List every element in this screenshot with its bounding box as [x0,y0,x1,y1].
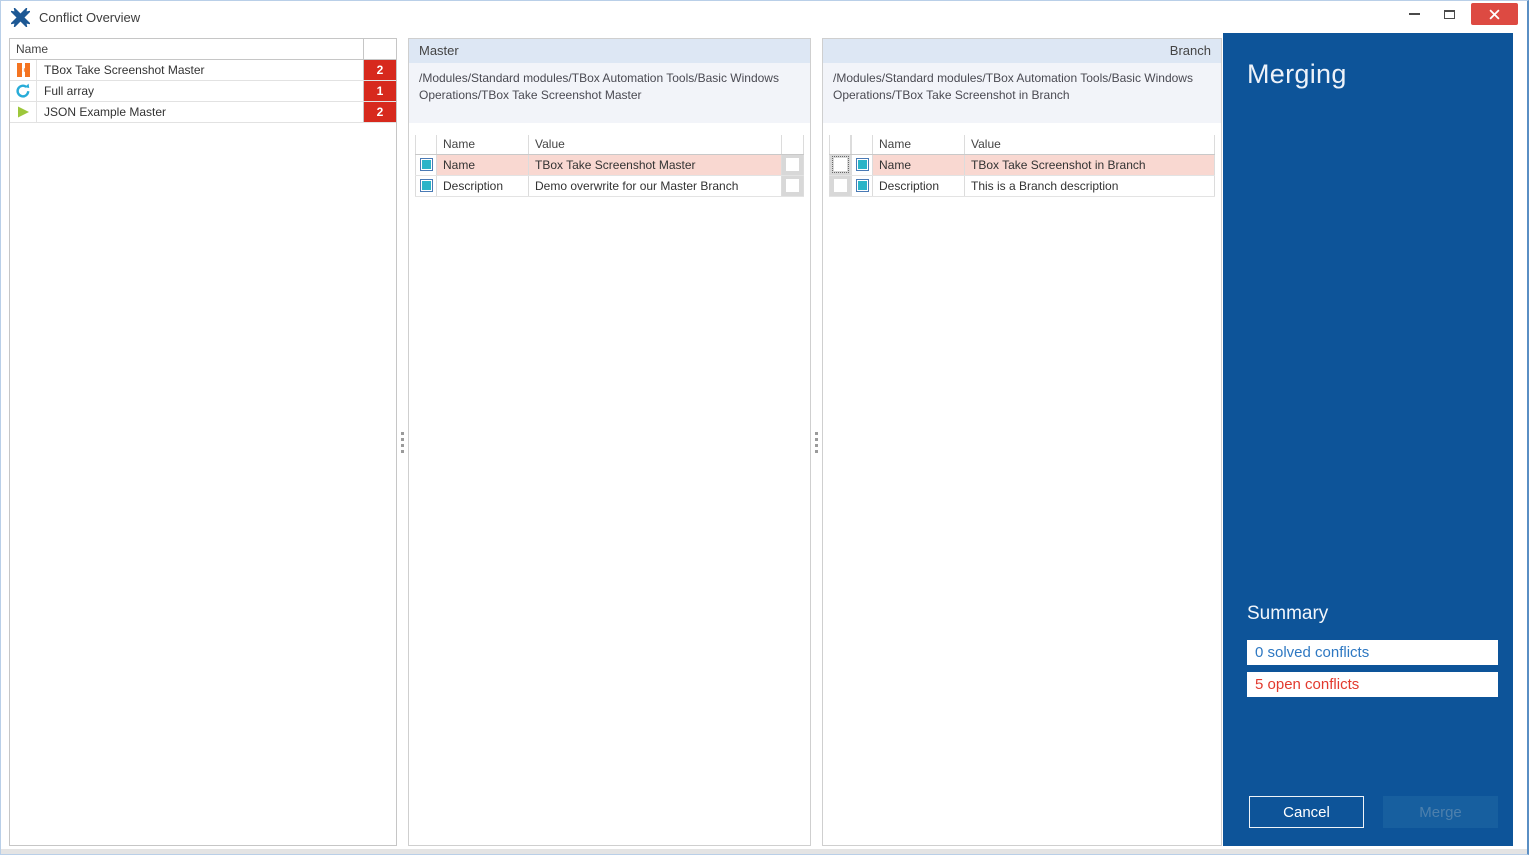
minimize-icon [1408,13,1420,15]
property-name: Name [437,154,529,175]
sync-icon [10,81,37,101]
conflict-list-item[interactable]: JSON Example Master 2 [10,102,396,123]
property-checkbox[interactable] [855,158,869,172]
select-column-header [829,134,851,154]
conflict-item-label: Full array [44,84,95,98]
checkbox-cell [415,175,437,196]
select-cell [829,154,851,175]
select-cell [782,175,804,196]
take-value-checkbox[interactable] [833,179,847,193]
take-value-checkbox[interactable] [786,158,799,172]
table-row[interactable]: Description This is a Branch description [829,175,1215,197]
count-column-header [363,39,396,59]
name-column-header: Name [873,134,965,154]
master-table-header: Name Value [415,134,804,155]
property-value: TBox Take Screenshot Master [529,154,782,175]
conflict-list-item[interactable]: Full array 1 [10,81,396,102]
titlebar: Conflict Overview [1,1,1527,33]
play-icon [10,102,37,122]
master-panel: Master /Modules/Standard modules/TBox Au… [408,38,811,846]
checkbox-cell [851,154,873,175]
branch-table-header: Name Value [829,134,1215,155]
conflict-count-badge: 2 [363,60,396,80]
select-cell [829,175,851,196]
maximize-button[interactable] [1436,3,1462,25]
value-column-header: Value [529,134,782,154]
value-column-header: Value [965,134,1215,154]
conflict-list-header: Name [10,39,396,60]
take-value-checkbox[interactable] [831,156,849,174]
master-path: /Modules/Standard modules/TBox Automatio… [409,63,810,123]
splitter-handle[interactable] [397,38,408,846]
checkbox-column-header [415,134,437,154]
window-resize-edge [1,849,1527,854]
summary-title: Summary [1247,603,1329,624]
open-conflicts-bar: 5 open conflicts [1247,672,1498,697]
cancel-button[interactable]: Cancel [1249,796,1364,828]
master-panel-title: Master [409,39,810,63]
property-value: TBox Take Screenshot in Branch [965,154,1215,175]
property-checkbox[interactable] [855,179,869,193]
property-checkbox[interactable] [419,158,433,172]
branch-table: Name Value Name TBox Take Screenshot in … [829,134,1215,197]
property-name: Name [873,154,965,175]
table-row[interactable]: Name TBox Take Screenshot Master [415,154,804,176]
conflict-overview-window: Conflict Overview Name TBox Take Screens… [0,0,1529,855]
content-area: Name TBox Take Screenshot Master 2 Full … [1,33,1527,854]
conflict-count-badge: 1 [363,81,396,101]
property-name: Description [437,175,529,196]
branch-path: /Modules/Standard modules/TBox Automatio… [823,63,1221,123]
conflict-list-panel: Name TBox Take Screenshot Master 2 Full … [9,38,397,846]
checkbox-cell [415,154,437,175]
splitter-handle[interactable] [811,38,822,846]
merging-title: Merging [1247,59,1347,89]
solved-conflicts-bar: 0 solved conflicts [1247,640,1498,665]
take-value-checkbox[interactable] [786,179,799,193]
master-table: Name Value Name TBox Take Screenshot Mas… [415,134,804,197]
action-buttons: Cancel Merge [1249,796,1498,828]
conflict-list-item[interactable]: TBox Take Screenshot Master 2 [10,60,396,81]
window-controls [1401,3,1527,25]
property-value: This is a Branch description [965,175,1215,196]
close-button[interactable] [1471,3,1518,25]
select-cell [782,154,804,175]
window-title: Conflict Overview [39,9,141,25]
table-row[interactable]: Description Demo overwrite for our Maste… [415,175,804,197]
select-column-header [782,134,804,154]
close-icon [1489,8,1500,20]
conflict-count-badge: 2 [363,102,396,122]
branch-panel-title: Branch [823,39,1221,63]
summary-section: Summary 0 solved conflicts 5 open confli… [1247,603,1498,704]
property-checkbox[interactable] [419,179,433,193]
branch-panel: Branch /Modules/Standard modules/TBox Au… [822,38,1222,846]
tbox-module-icon [10,60,37,80]
minimize-button[interactable] [1401,3,1427,25]
conflict-item-label: TBox Take Screenshot Master [44,63,205,77]
property-value: Demo overwrite for our Master Branch [529,175,782,196]
name-column-header: Name [16,42,49,56]
table-row[interactable]: Name TBox Take Screenshot in Branch [829,154,1215,176]
property-name: Description [873,175,965,196]
conflict-item-label: JSON Example Master [44,105,167,119]
checkbox-column-header [851,134,873,154]
merge-button[interactable]: Merge [1383,796,1498,828]
maximize-icon [1443,9,1455,19]
tosca-logo-icon [11,7,30,27]
merging-panel: Merging Summary 0 solved conflicts 5 ope… [1223,33,1513,846]
name-column-header: Name [437,134,529,154]
checkbox-cell [851,175,873,196]
